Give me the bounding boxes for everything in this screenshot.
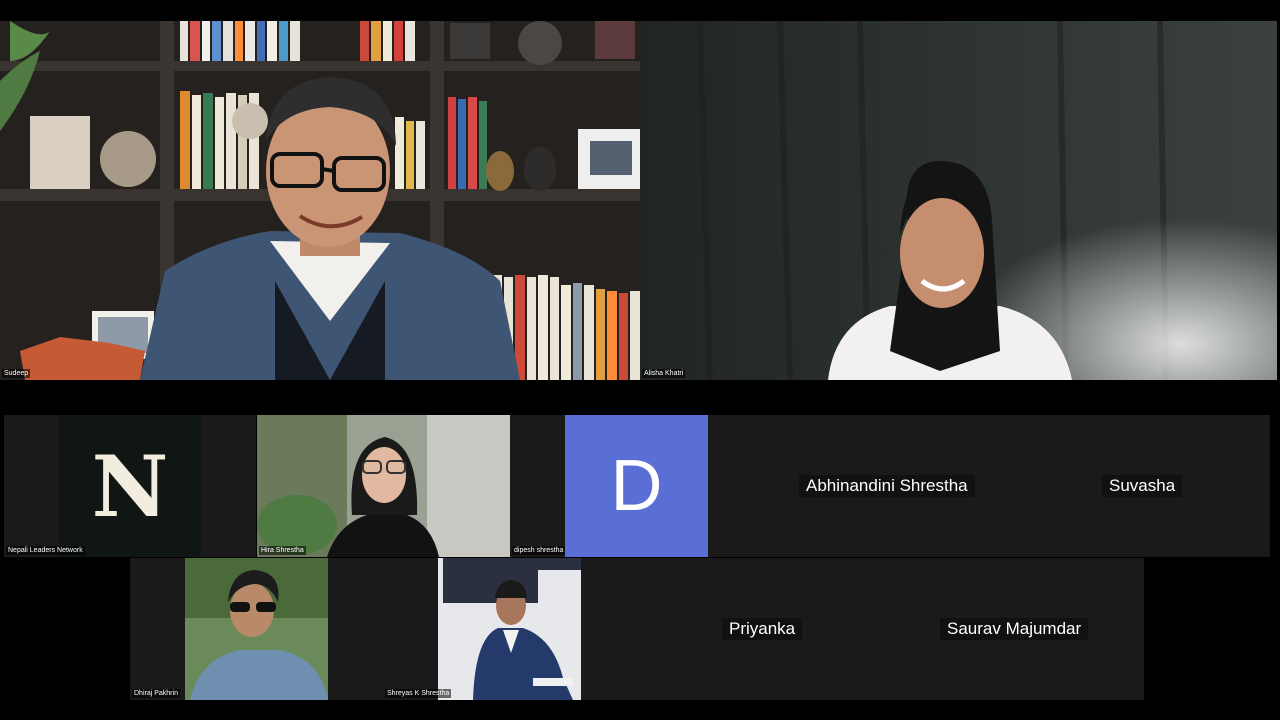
participant-name-saurav-majumdar: Saurav Majumdar <box>940 618 1089 640</box>
participant-name-priyanka: Priyanka <box>722 618 803 640</box>
video-tile-suvasha[interactable]: Suvasha <box>1016 415 1270 557</box>
avatar-dipesh-shrestha: D <box>565 415 708 557</box>
avatar-letter-n: N <box>91 436 169 536</box>
participant-name-suvasha: Suvasha <box>1102 475 1183 497</box>
video-tile-abhinandini-shrestha[interactable]: Abhinandini Shrestha <box>763 415 1016 557</box>
participant-name-abhinandini-shrestha: Abhinandini Shrestha <box>799 475 975 497</box>
video-feed-shreyas-k-shrestha <box>383 558 637 700</box>
video-tile-priyanka[interactable]: Priyanka <box>637 558 890 700</box>
participant-name-sudeep: Sudeep <box>2 369 31 378</box>
video-feed-sudeep <box>0 21 640 380</box>
video-tile-nepali-leaders-network[interactable]: N Nepali Leaders Network <box>4 415 256 557</box>
video-feed-alisha-khatri <box>640 21 1277 380</box>
participant-name-alisha-khatri: Alisha Khatri <box>642 369 686 378</box>
video-feed-dhiraj-pakhrin <box>130 558 383 700</box>
video-tile-alisha-khatri[interactable]: Alisha Khatri <box>640 21 1277 380</box>
avatar-letter-d: D <box>610 446 663 526</box>
video-tile-hira-shrestha[interactable]: Hira Shrestha <box>257 415 510 557</box>
video-tile-sudeep[interactable]: Sudeep <box>0 21 640 380</box>
video-tile-dipesh-shrestha[interactable]: D dipesh shrestha <box>510 415 763 557</box>
participant-name-dhiraj-pakhrin: Dhiraj Pakhrin <box>132 689 180 698</box>
participant-name-shreyas-k-shrestha: Shreyas K Shrestha <box>385 689 452 698</box>
participant-name-dipesh-shrestha: dipesh shrestha <box>512 546 566 555</box>
video-tile-dhiraj-pakhrin[interactable]: Dhiraj Pakhrin <box>130 558 383 700</box>
avatar-nepali-leaders-network: N <box>59 415 201 557</box>
video-feed-hira-shrestha <box>257 415 510 557</box>
participant-name-hira-shrestha: Hira Shrestha <box>259 546 306 555</box>
video-tile-shreyas-k-shrestha[interactable]: Shreyas K Shrestha <box>383 558 637 700</box>
video-tile-saurav-majumdar[interactable]: Saurav Majumdar <box>890 558 1144 700</box>
participant-name-nepali-leaders-network: Nepali Leaders Network <box>6 546 85 555</box>
